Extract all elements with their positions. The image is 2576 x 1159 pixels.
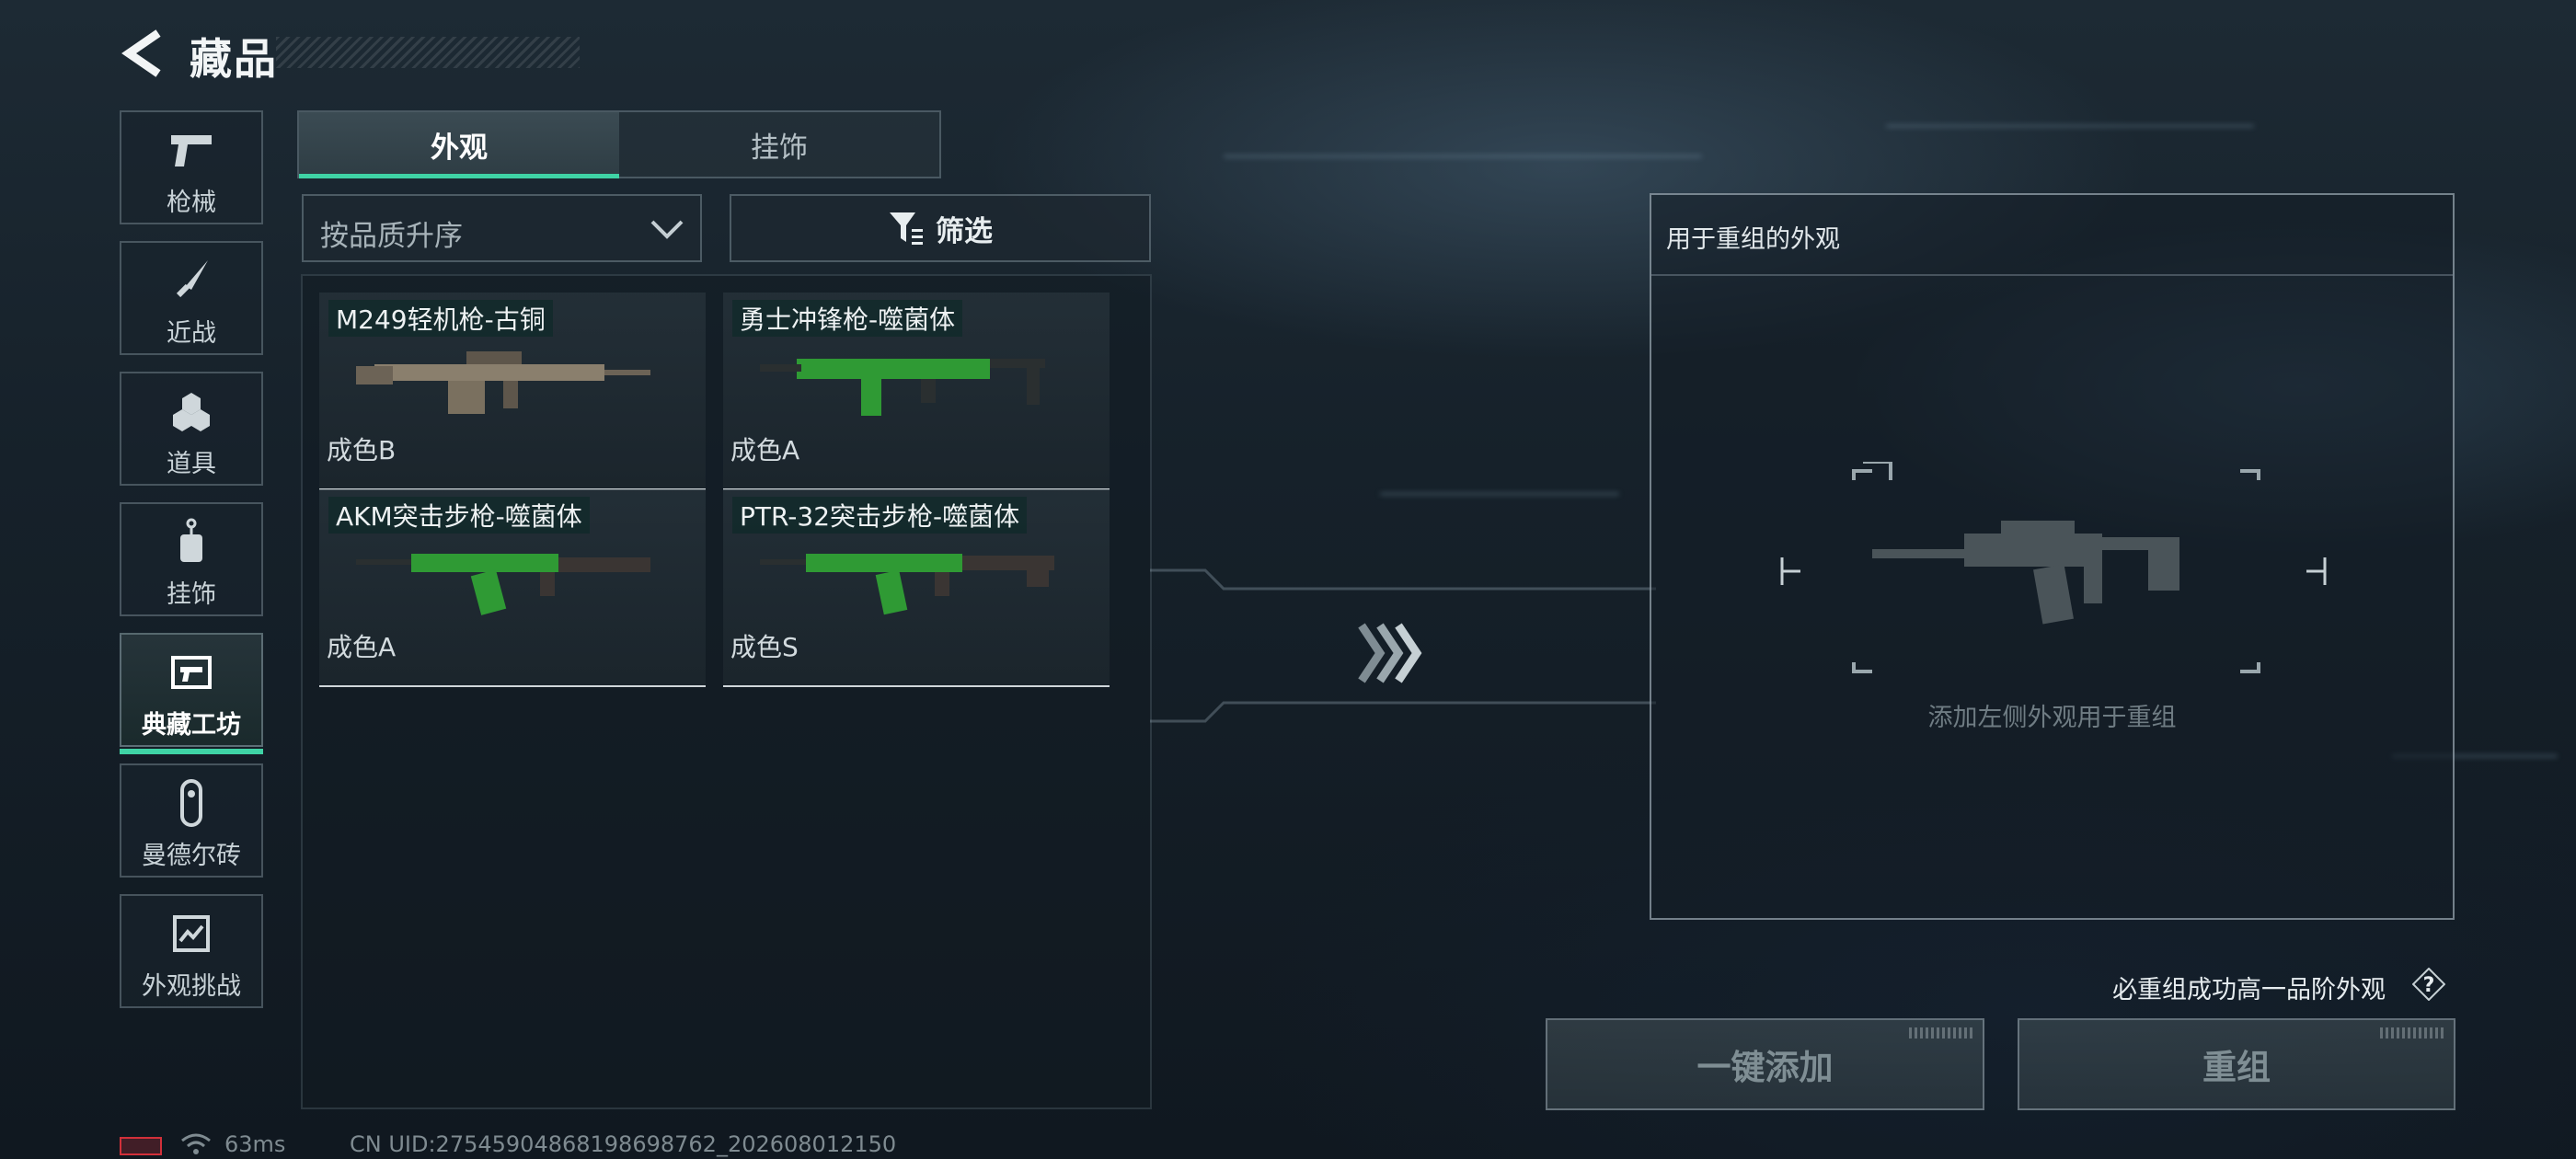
pistol-icon xyxy=(171,135,212,166)
filter-funnel-icon xyxy=(890,212,923,245)
reticle-tick-left xyxy=(1780,557,1800,585)
recompose-label: 重组 xyxy=(2202,1048,2271,1087)
reticle-tick-right xyxy=(2306,557,2327,585)
rifle-skin-image xyxy=(356,554,650,615)
title-decoration xyxy=(276,37,580,68)
back-arrow-icon[interactable] xyxy=(118,28,169,79)
nav-label: 道具 xyxy=(167,450,216,478)
sort-selected-value: 按品质升序 xyxy=(320,220,463,253)
nav-label: 挂饰 xyxy=(167,580,216,609)
nav-item-mandel-brick[interactable]: 曼德尔砖 xyxy=(120,763,263,878)
item-card[interactable]: 勇士冲锋枪-噬菌体 成色A xyxy=(723,293,1110,490)
ping-value: 63ms xyxy=(224,1131,286,1157)
item-name: M249轻机枪-古铜 xyxy=(328,300,553,337)
battery-low-icon xyxy=(120,1137,162,1155)
wifi-icon xyxy=(181,1133,211,1154)
tab-charms[interactable]: 挂饰 xyxy=(619,112,939,177)
item-grade: 成色B xyxy=(327,435,397,465)
filter-label: 筛选 xyxy=(936,214,993,248)
item-name: AKM突击步枪-噬菌体 xyxy=(328,497,590,534)
item-grade: 成色A xyxy=(327,632,397,662)
nav-label: 枪械 xyxy=(167,189,216,217)
smg-skin-image xyxy=(760,359,1045,416)
guarantee-text: 必重组成功高一品阶外观 xyxy=(2112,976,2386,1004)
nav-label: 外观挑战 xyxy=(142,972,241,1001)
nav-label: 曼德尔砖 xyxy=(142,842,241,870)
nav-item-skin-challenge[interactable]: 外观挑战 xyxy=(120,894,263,1008)
nav-item-charms[interactable]: 挂饰 xyxy=(120,502,263,616)
item-grid: M249轻机枪-古铜 成色B 勇士冲锋枪-噬菌体 成色A AKM突击步枪-噬菌体… xyxy=(301,274,1152,1109)
svg-text:?: ? xyxy=(2423,974,2435,997)
add-all-label: 一键添加 xyxy=(1696,1048,1834,1087)
recompose-panel: 用于重组的外观 添加左侧外观用于重组 xyxy=(1650,193,2455,920)
nav-item-guns[interactable]: 枪械 xyxy=(120,110,263,224)
challenge-map-icon xyxy=(173,915,210,952)
mandel-brick-icon xyxy=(180,779,202,827)
tab-skins[interactable]: 外观 xyxy=(299,112,619,178)
nav-label: 典藏工坊 xyxy=(142,711,241,740)
page-title: 藏品 xyxy=(190,34,278,84)
knife-icon xyxy=(176,260,208,298)
recompose-title: 用于重组的外观 xyxy=(1666,225,1840,254)
button-decoration xyxy=(1909,1027,1973,1039)
transfer-connector xyxy=(1150,568,1656,723)
card-underline xyxy=(319,685,706,687)
sort-dropdown[interactable]: 按品质升序 xyxy=(302,194,702,262)
lmg-skin-image xyxy=(356,351,650,414)
tab-bar: 外观 挂饰 xyxy=(297,110,941,178)
button-decoration xyxy=(2380,1027,2444,1039)
add-all-button[interactable]: 一键添加 xyxy=(1546,1018,1984,1110)
item-card[interactable]: AKM突击步枪-噬菌体 成色A xyxy=(319,489,706,687)
chevron-down-icon xyxy=(650,220,684,239)
nav-item-workshop[interactable]: 典藏工坊 xyxy=(120,633,263,754)
item-grade: 成色S xyxy=(730,632,799,662)
nav-label: 近战 xyxy=(167,319,216,348)
recompose-button[interactable]: 重组 xyxy=(2018,1018,2455,1110)
nav-item-gear[interactable]: 道具 xyxy=(120,372,263,486)
item-card[interactable]: PTR-32突击步枪-噬菌体 成色S xyxy=(723,489,1110,687)
grenades-icon xyxy=(173,393,210,431)
user-uid: CN UID:27545904868198698762_202608012150 xyxy=(350,1131,897,1157)
rifle-skin-image xyxy=(760,554,1054,615)
item-grade: 成色A xyxy=(730,435,800,465)
card-underline xyxy=(723,685,1110,687)
filter-button[interactable]: 筛选 xyxy=(730,194,1151,262)
nav-item-melee[interactable]: 近战 xyxy=(120,241,263,355)
item-name: 勇士冲锋枪-噬菌体 xyxy=(732,300,963,337)
divider xyxy=(1651,274,2453,276)
question-mark-icon[interactable]: ? xyxy=(2412,968,2445,1001)
item-card[interactable]: M249轻机枪-古铜 成色B xyxy=(319,293,706,490)
chevrons-right-icon xyxy=(1358,623,1422,683)
charm-tag-icon xyxy=(180,518,202,562)
item-name: PTR-32突击步枪-噬菌体 xyxy=(732,497,1028,534)
recompose-hint: 添加左侧外观用于重组 xyxy=(1927,704,2177,732)
workshop-icon xyxy=(171,656,212,689)
empty-slot-rifle-placeholder[interactable] xyxy=(1845,462,2268,683)
